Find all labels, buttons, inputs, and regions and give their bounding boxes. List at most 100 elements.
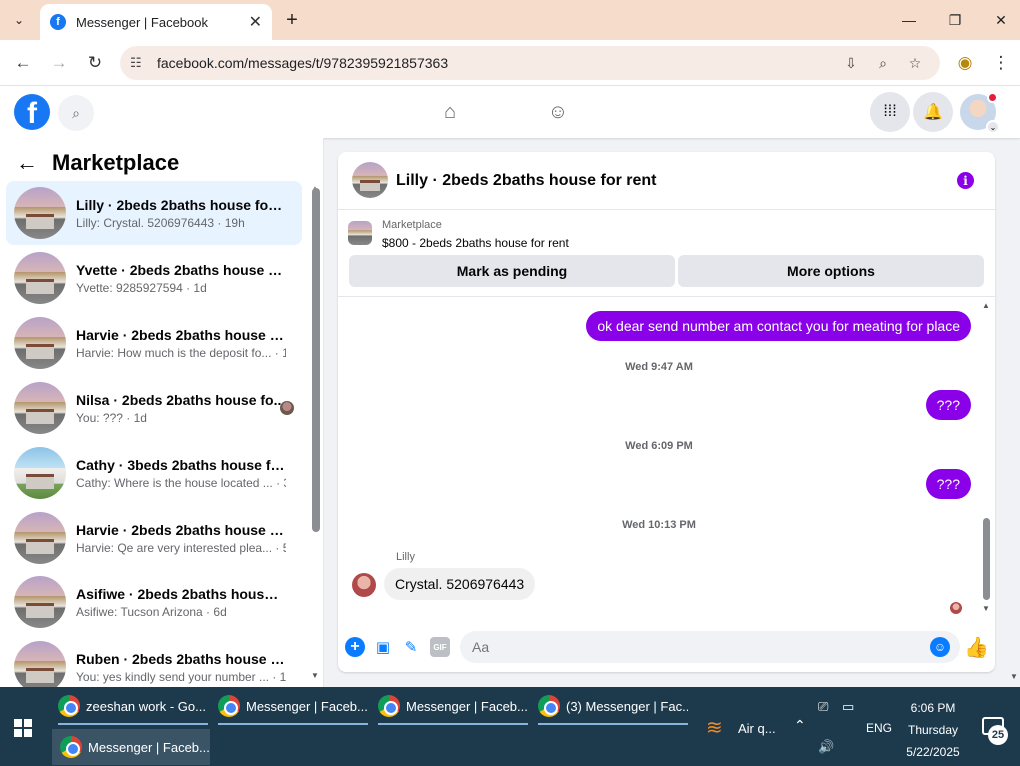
groups-icon[interactable]: ☺ — [544, 98, 572, 126]
close-window-icon[interactable]: ✕ — [978, 0, 1020, 40]
notifications-bell-icon[interactable]: 🔔 — [913, 92, 953, 132]
listing-thumbnail[interactable] — [348, 221, 372, 245]
incoming-message[interactable]: Crystal. 5206976443 — [384, 568, 536, 600]
photo-icon[interactable]: ▣ — [373, 637, 393, 657]
browser-menu-icon[interactable]: ⋮ — [988, 50, 1014, 76]
chrome-icon — [60, 736, 82, 758]
conversation-name: Lilly · 2beds 2baths house for rent — [76, 196, 286, 213]
new-tab-icon[interactable]: + — [280, 8, 304, 32]
conversation-item[interactable]: Harvie · 2beds 2baths house for... Harvi… — [6, 506, 302, 570]
back-icon[interactable]: ← — [10, 50, 36, 76]
conversation-item[interactable]: Yvette · 2beds 2baths house for ... Yvet… — [6, 246, 302, 310]
conversation-item[interactable]: Lilly · 2beds 2baths house for rent Lill… — [6, 181, 302, 245]
menu-grid-icon[interactable]: ⁞⁞⁞ — [870, 92, 910, 132]
facebook-logo-icon[interactable]: f — [14, 94, 50, 130]
mark-as-pending-button[interactable]: Mark as pending — [349, 255, 675, 287]
weather-label[interactable]: Air q... — [738, 721, 776, 736]
address-url[interactable]: facebook.com/messages/t/9782395921857363 — [157, 55, 448, 71]
conversation-preview: Harvie: Qe are very interested plea... ·… — [76, 540, 286, 555]
windows-taskbar: zeeshan work - Go... Messenger | Faceb..… — [0, 687, 1020, 766]
browser-tab-active[interactable]: f Messenger | Facebook ✕ — [40, 4, 272, 40]
sticker-icon[interactable]: ✎ — [401, 637, 421, 657]
thumbs-up-icon[interactable]: 👍 — [964, 635, 989, 660]
conversation-list-scrollbar[interactable] — [312, 188, 320, 532]
message-input[interactable] — [460, 631, 960, 663]
tab-title: Messenger | Facebook — [76, 14, 208, 30]
address-bar[interactable]: ☷ facebook.com/messages/t/97823959218573… — [120, 46, 940, 80]
windows-start-icon[interactable] — [14, 719, 32, 737]
message-thread: ok dear send number am contact you for m… — [338, 298, 995, 618]
system-clock[interactable]: 6:06 PM Thursday 5/22/2025 — [900, 697, 966, 763]
listing-thumbnail — [14, 576, 66, 628]
sender-avatar[interactable] — [352, 573, 376, 597]
close-tab-icon[interactable]: ✕ — [249, 12, 262, 32]
browser-tab-strip: ⌄ f Messenger | Facebook ✕ + — ❐ ✕ — [0, 0, 1020, 40]
taskbar-item[interactable]: Messenger | Faceb... — [378, 689, 528, 725]
message-composer: + ▣ ✎ GIF ☺ 👍 — [338, 626, 995, 672]
zoom-icon[interactable]: ⌕ — [874, 54, 892, 72]
facebook-header: f ⌕ ⌂ ☺ ⁞⁞⁞ 🔔 ⌄ — [0, 86, 1020, 138]
chat-scrollbar[interactable] — [983, 518, 990, 600]
site-info-icon[interactable]: ☷ — [130, 55, 142, 71]
conversation-name: Cathy · 3beds 2baths house for ... — [76, 456, 286, 473]
outgoing-message[interactable]: ??? — [925, 390, 971, 420]
conversation-item[interactable]: Harvie · 2beds 2baths house for... Harvi… — [6, 311, 302, 375]
gif-icon[interactable]: GIF — [430, 637, 450, 657]
forward-icon[interactable]: → — [46, 50, 72, 76]
listing-thumbnail — [14, 317, 66, 369]
profile-icon[interactable]: ◉ — [952, 50, 978, 76]
conversation-name: Nilsa · 2beds 2baths house fo... — [76, 391, 286, 408]
conversation-name: Ruben · 2beds 2baths house for... — [76, 650, 286, 667]
conversation-preview: Harvie: How much is the deposit fo... · … — [76, 345, 286, 360]
home-icon[interactable]: ⌂ — [436, 98, 464, 126]
bookmark-star-icon[interactable]: ☆ — [906, 54, 924, 72]
back-arrow-icon[interactable]: ← — [16, 150, 38, 176]
chrome-icon — [218, 695, 240, 717]
conversation-item[interactable]: Asifiwe · 2beds 2baths house fo... Asifi… — [6, 570, 302, 634]
language-indicator[interactable]: ENG — [866, 721, 892, 735]
volume-icon[interactable]: 🔊 — [818, 739, 834, 755]
conversation-item[interactable]: Cathy · 3beds 2baths house for ... Cathy… — [6, 441, 302, 505]
network-icon[interactable]: ▭ — [842, 699, 854, 715]
listing-thumbnail — [14, 447, 66, 499]
page-scroll-down-arrow-icon[interactable]: ▼ — [1010, 672, 1018, 681]
chat-scroll-down-arrow-icon[interactable]: ▼ — [982, 604, 990, 613]
minimize-window-icon[interactable]: — — [886, 0, 932, 40]
more-options-button[interactable]: More options — [678, 255, 984, 287]
outgoing-message[interactable]: ??? — [925, 469, 971, 499]
conversation-item[interactable]: Nilsa · 2beds 2baths house fo... You: ??… — [6, 376, 302, 440]
chat-scroll-up-arrow-icon[interactable]: ▲ — [982, 301, 990, 310]
account-chevron-down-icon: ⌄ — [986, 120, 1000, 134]
search-icon[interactable]: ⌕ — [58, 95, 94, 131]
plus-icon[interactable]: + — [345, 637, 365, 657]
outgoing-message[interactable]: ok dear send number am contact you for m… — [586, 311, 971, 341]
listing-title[interactable]: $800 - 2beds 2baths house for rent — [382, 236, 569, 250]
taskbar-item[interactable]: (3) Messenger | Fac... — [538, 689, 688, 725]
scroll-down-arrow-icon[interactable]: ▼ — [311, 671, 319, 680]
timestamp: Wed 10:13 PM — [622, 519, 696, 531]
chrome-icon — [58, 695, 80, 717]
taskbar-item[interactable]: zeeshan work - Go... — [58, 689, 208, 725]
clock-time: 6:06 PM — [910, 701, 956, 715]
account-avatar[interactable]: ⌄ — [960, 92, 1000, 134]
tab-search-dropdown-icon[interactable]: ⌄ — [8, 9, 30, 31]
listing-category: Marketplace — [382, 219, 442, 231]
conversation-item[interactable]: Ruben · 2beds 2baths house for... You: y… — [6, 635, 302, 687]
show-hidden-icons-chevron-up-icon[interactable]: ⌃ — [794, 717, 806, 734]
taskbar-item-label: (3) Messenger | Fac... — [566, 698, 688, 714]
meet-now-icon[interactable]: ⎚ — [818, 699, 828, 715]
taskbar-item[interactable]: Messenger | Faceb... — [218, 689, 368, 725]
restore-window-icon[interactable]: ❐ — [932, 0, 978, 40]
install-app-icon[interactable]: ⇩ — [842, 54, 860, 72]
emoji-icon[interactable]: ☺ — [930, 637, 950, 657]
chat-listing-thumbnail[interactable] — [352, 162, 388, 198]
chat-title[interactable]: Lilly · 2beds 2baths house for rent — [396, 172, 657, 190]
info-icon[interactable]: i — [957, 172, 974, 189]
reload-icon[interactable]: ↻ — [82, 50, 108, 76]
weather-icon[interactable]: ≋ — [706, 715, 723, 740]
conversation-preview: Cathy: Where is the house located ... · … — [76, 475, 286, 490]
chrome-icon — [538, 695, 560, 717]
taskbar-item-active[interactable]: Messenger | Faceb... — [52, 729, 210, 765]
timestamp: Wed 9:47 AM — [625, 361, 693, 373]
listing-thumbnail — [14, 252, 66, 304]
